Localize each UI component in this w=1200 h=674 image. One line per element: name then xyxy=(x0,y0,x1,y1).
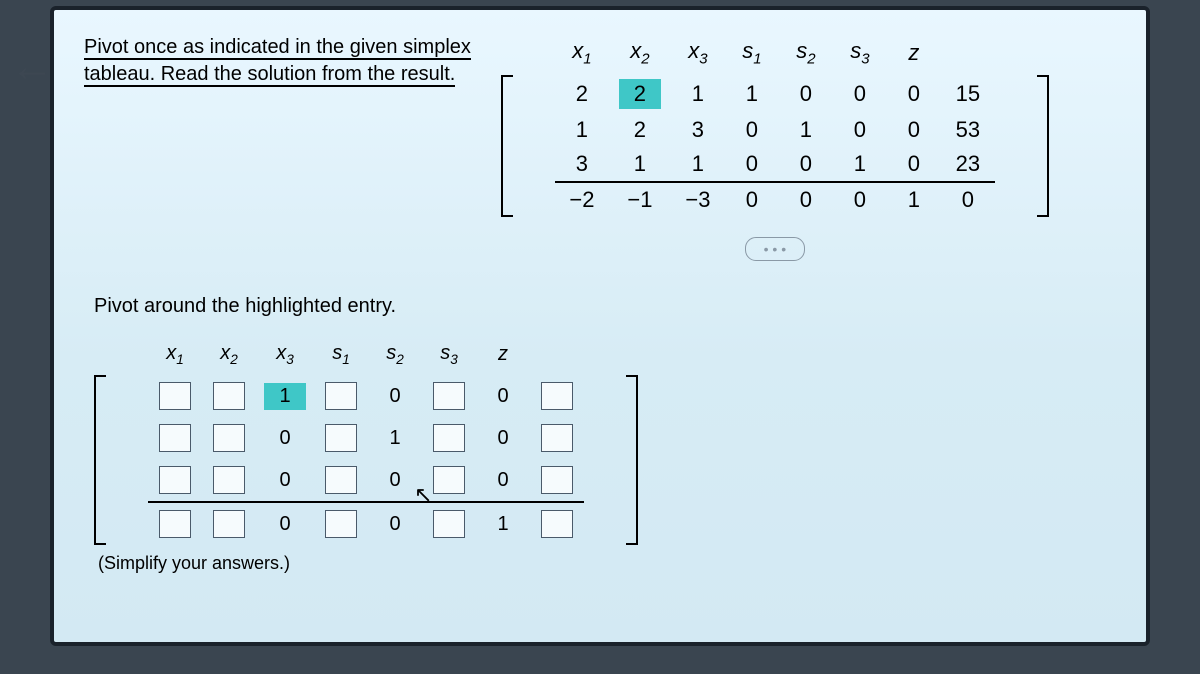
answer-input[interactable] xyxy=(325,510,357,538)
answer-input[interactable] xyxy=(159,510,191,538)
answer-input[interactable] xyxy=(159,424,191,452)
answer-input[interactable] xyxy=(325,466,357,494)
hint-text: (Simplify your answers.) xyxy=(98,553,1116,574)
answer-input[interactable] xyxy=(541,466,573,494)
answer-input[interactable] xyxy=(213,382,245,410)
answer-input[interactable] xyxy=(433,510,465,538)
pivot-highlight: 1 xyxy=(264,383,306,410)
answer-input[interactable] xyxy=(325,382,357,410)
given-tableau: x1 x2 x3 s1 s2 s3 z 2 2 1 1 0 xyxy=(501,34,1049,261)
answer-input[interactable] xyxy=(325,424,357,452)
problem-statement: Pivot once as indicated in the given sim… xyxy=(84,34,471,88)
exercise-screen: Pivot once as indicated in the given sim… xyxy=(50,6,1150,646)
answer-input[interactable] xyxy=(541,510,573,538)
answer-input[interactable] xyxy=(541,382,573,410)
answer-input[interactable] xyxy=(433,382,465,410)
expand-pill[interactable]: • • • xyxy=(745,237,805,261)
pivot-highlight: 2 xyxy=(619,79,661,109)
answer-tableau: x1 x2 x3 s1 s2 s3 z 1 0 xyxy=(94,338,1116,545)
section-title: Pivot around the highlighted entry. xyxy=(94,295,1116,318)
answer-input[interactable] xyxy=(213,424,245,452)
answer-input[interactable] xyxy=(433,466,465,494)
answer-input[interactable] xyxy=(541,424,573,452)
answer-input[interactable] xyxy=(159,466,191,494)
answer-input[interactable] xyxy=(213,510,245,538)
back-arrow-icon[interactable]: ← xyxy=(10,45,54,89)
answer-input[interactable] xyxy=(159,382,191,410)
answer-input[interactable] xyxy=(213,466,245,494)
answer-input[interactable] xyxy=(433,424,465,452)
